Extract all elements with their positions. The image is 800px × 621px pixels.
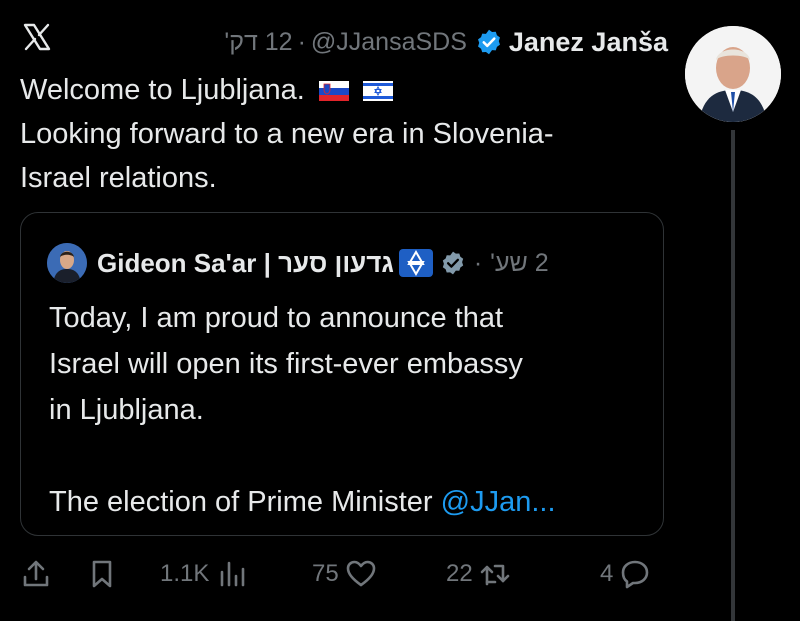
author-handle[interactable]: @JJansaSDS — [311, 28, 467, 57]
verified-badge-icon — [477, 29, 500, 55]
star-of-david-emblem-icon — [398, 249, 433, 277]
israel-flag-icon — [362, 81, 393, 102]
repost-button[interactable]: 22 — [446, 558, 511, 590]
tweet-header: 12 דק' · @JJansaSDS Janez Janša — [224, 24, 668, 60]
tweet-body: Welcome to Ljubljana. Looking forward to… — [20, 68, 660, 200]
thread-line — [731, 130, 735, 621]
quoted-text-line-4: The election of Prime Minister @JJan... — [49, 479, 649, 525]
quoted-tweet-card[interactable]: Gideon Sa'ar | גדעון סער · 2 שע' Today, … — [20, 212, 664, 536]
slovenia-flag-icon — [318, 81, 349, 102]
replies-count: 4 — [600, 560, 614, 587]
views-count: 1.1K — [160, 560, 210, 587]
quoted-tweet-header: Gideon Sa'ar | גדעון סער · 2 שע' — [47, 243, 549, 283]
tweet-time[interactable]: 12 דק' — [224, 28, 292, 57]
bookmark-icon — [92, 560, 112, 588]
quoted-text-line-1: Today, I am proud to announce that — [49, 302, 504, 334]
tweet-text-line-3: Israel relations. — [20, 162, 217, 194]
repost-icon — [480, 564, 510, 586]
meta-separator: · — [297, 27, 306, 56]
share-icon — [23, 560, 49, 587]
quoted-avatar[interactable] — [47, 243, 87, 283]
author-name[interactable]: Janez Janša — [509, 27, 668, 58]
quoted-tweet-body: Today, I am proud to announce that Israe… — [49, 295, 649, 525]
x-logo-icon[interactable] — [22, 22, 52, 52]
quoted-verified-badge-icon — [442, 251, 464, 275]
share-button[interactable] — [20, 558, 52, 590]
reposts-count: 22 — [446, 560, 473, 587]
reply-bubble-icon — [622, 560, 649, 589]
quoted-author-name[interactable]: Gideon Sa'ar | גדעון סער — [97, 248, 394, 279]
quoted-text-line-3: in Ljubljana. — [49, 394, 204, 426]
views-bar-chart-icon — [221, 561, 245, 587]
tweet-text-line-2: Looking forward to a new era in Slovenia… — [20, 118, 554, 150]
likes-count: 75 — [312, 560, 339, 587]
quoted-text-line-2: Israel will open its first-ever embassy — [49, 348, 523, 380]
heart-icon — [346, 560, 376, 587]
like-button[interactable]: 75 — [312, 558, 377, 590]
bookmark-button[interactable] — [86, 558, 118, 590]
action-bar: 1.1K 75 22 4 — [0, 552, 720, 602]
tweet-text-line-1: Welcome to Ljubljana. — [20, 74, 305, 106]
quoted-separator: · — [473, 248, 483, 277]
mention-link[interactable]: @JJan... — [441, 486, 556, 518]
quoted-tweet-time[interactable]: 2 שע' — [490, 249, 548, 278]
quoted-text-line-4-prefix: The election of Prime Minister — [49, 486, 441, 518]
views-button[interactable]: 1.1K — [160, 558, 249, 590]
reply-button[interactable]: 4 — [600, 558, 651, 590]
avatar[interactable] — [685, 26, 781, 122]
